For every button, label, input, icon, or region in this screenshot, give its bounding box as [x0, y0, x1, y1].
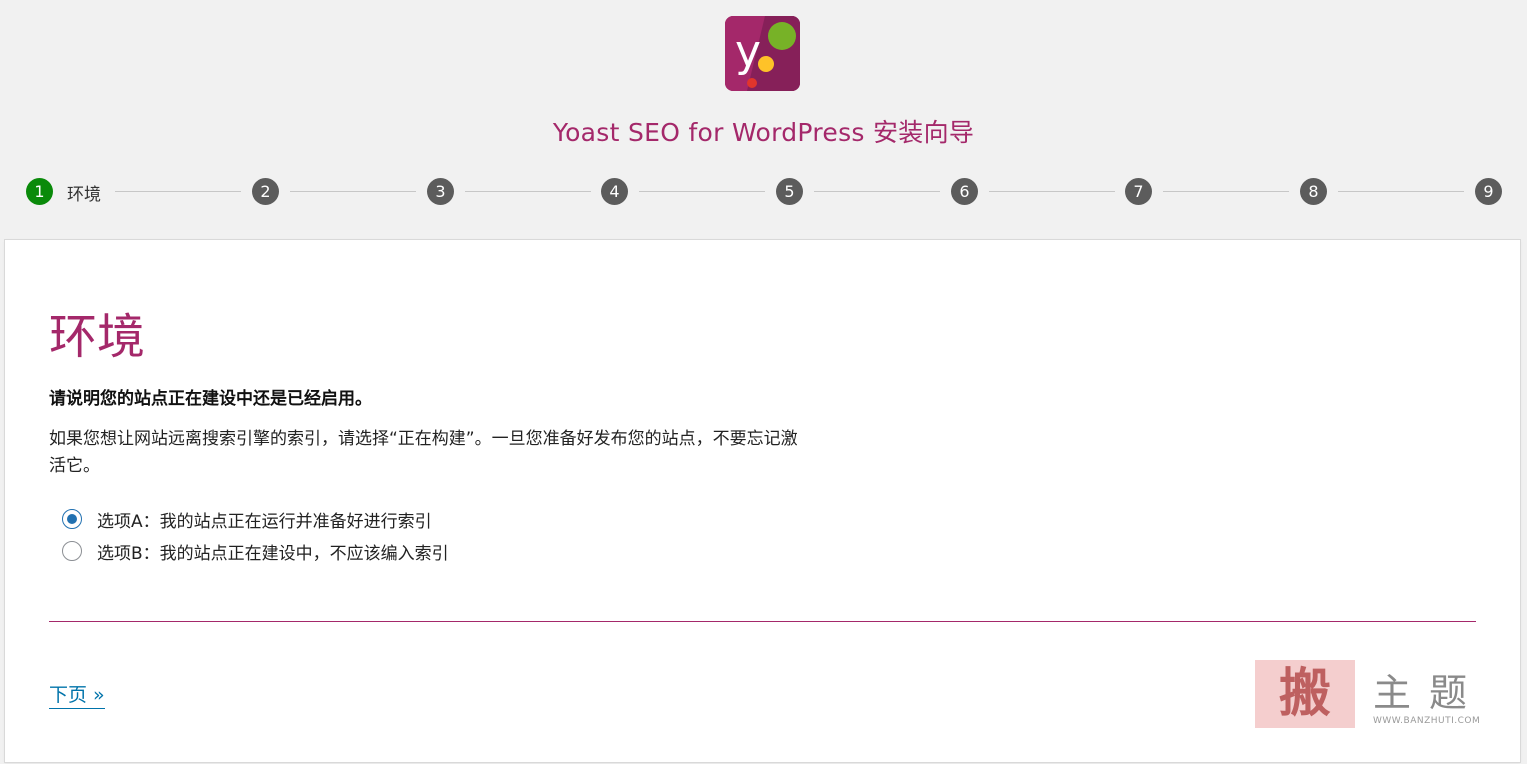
description-text: 如果您想让网站远离搜索引擎的索引，请选择“正在构建”。一旦您准备好发布您的站点，…	[49, 429, 798, 476]
step-4[interactable]: 4	[601, 178, 628, 205]
step-6[interactable]: 6	[951, 178, 978, 205]
step-2[interactable]: 2	[252, 178, 279, 205]
step-connector	[639, 191, 765, 192]
wizard-title: Yoast SEO for WordPress 安装向导	[552, 118, 975, 147]
wizard-panel: 环境 请说明您的站点正在建设中还是已经启用。 如果您想让网站远离搜索引擎的索引，…	[5, 240, 1520, 762]
progress-stepper: 1 环境 2 3 4 5 6 7 8 9	[26, 178, 1502, 205]
yoast-logo-icon: y	[725, 16, 800, 91]
step-connector	[465, 191, 591, 192]
option-a-label[interactable]: 选项A：我的站点正在运行并准备好进行索引	[97, 507, 432, 532]
watermark-text: 主题	[1373, 671, 1486, 715]
step-3[interactable]: 3	[427, 178, 454, 205]
watermark: 搬 主题 WWW.BANZHUTI.COM	[1255, 660, 1490, 730]
svg-text:y: y	[735, 26, 761, 77]
step-1[interactable]: 1	[26, 178, 53, 205]
next-page-link[interactable]: 下页 »	[49, 680, 105, 709]
step-9[interactable]: 9	[1475, 178, 1502, 205]
step-5[interactable]: 5	[776, 178, 803, 205]
step-connector	[1338, 191, 1464, 192]
step-1-label: 环境	[67, 185, 101, 205]
step-8[interactable]: 8	[1300, 178, 1327, 205]
section-title: 环境	[49, 309, 146, 365]
step-connector	[290, 191, 416, 192]
question-text: 请说明您的站点正在建设中还是已经启用。	[49, 389, 372, 409]
option-b[interactable]: 选项B：我的站点正在建设中，不应该编入索引	[62, 538, 449, 564]
option-b-label[interactable]: 选项B：我的站点正在建设中，不应该编入索引	[97, 539, 449, 564]
step-7[interactable]: 7	[1125, 178, 1152, 205]
step-connector	[115, 191, 241, 192]
option-a[interactable]: 选项A：我的站点正在运行并准备好进行索引	[62, 506, 432, 532]
step-connector	[1163, 191, 1289, 192]
watermark-url: WWW.BANZHUTI.COM	[1373, 716, 1481, 726]
step-connector	[989, 191, 1115, 192]
radio-option-b[interactable]	[62, 541, 82, 561]
divider	[49, 621, 1476, 622]
radio-option-a[interactable]	[62, 509, 82, 529]
watermark-seal: 搬	[1255, 660, 1355, 728]
step-connector	[814, 191, 940, 192]
